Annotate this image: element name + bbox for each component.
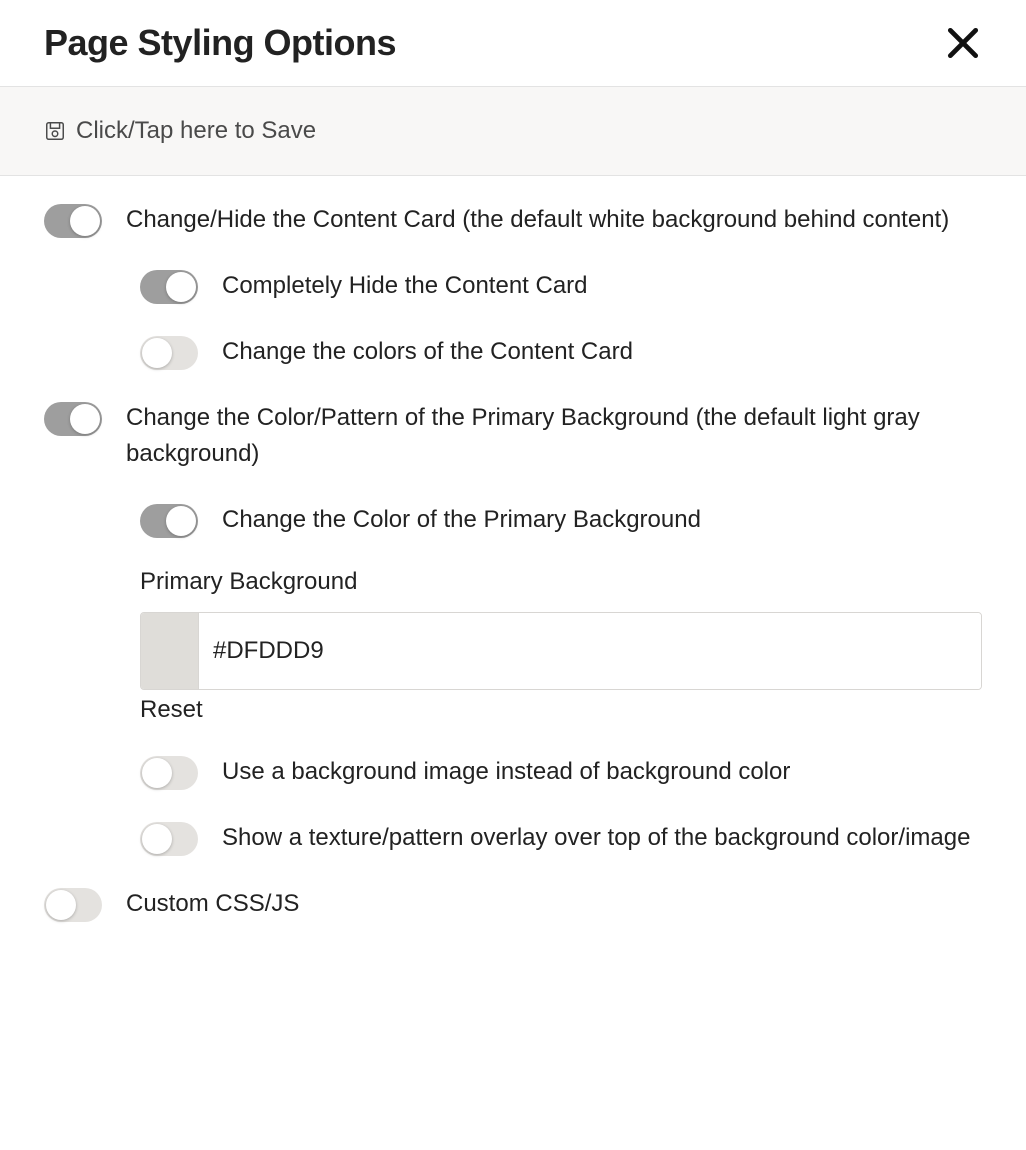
- option-bg-image-label: Use a background image instead of backgr…: [222, 754, 790, 790]
- toggle-bg-image[interactable]: [140, 756, 198, 790]
- toggle-knob: [70, 404, 100, 434]
- toggle-knob: [166, 272, 196, 302]
- option-primary-bg-label: Change the Color/Pattern of the Primary …: [126, 400, 982, 472]
- option-primary-bg: Change the Color/Pattern of the Primary …: [44, 400, 982, 472]
- toggle-change-bg-color[interactable]: [140, 504, 198, 538]
- toggle-knob: [142, 338, 172, 368]
- dialog-header: Page Styling Options: [0, 0, 1026, 86]
- toggle-knob: [142, 824, 172, 854]
- options-body: Change/Hide the Content Card (the defaul…: [0, 176, 1026, 992]
- close-button[interactable]: [942, 23, 982, 63]
- option-texture: Show a texture/pattern overlay over top …: [140, 820, 982, 856]
- reset-color-link[interactable]: Reset: [140, 696, 203, 724]
- option-custom-css-label: Custom CSS/JS: [126, 886, 299, 922]
- toggle-primary-bg[interactable]: [44, 402, 102, 436]
- save-bar[interactable]: Click/Tap here to Save: [0, 86, 1026, 176]
- toggle-texture[interactable]: [140, 822, 198, 856]
- option-change-bg-color-label: Change the Color of the Primary Backgrou…: [222, 502, 701, 538]
- save-icon: [44, 120, 66, 142]
- option-card-colors: Change the colors of the Content Card: [140, 334, 982, 370]
- option-hide-card-label: Completely Hide the Content Card: [222, 268, 588, 304]
- toggle-hide-card[interactable]: [140, 270, 198, 304]
- option-texture-label: Show a texture/pattern overlay over top …: [222, 820, 970, 856]
- toggle-knob: [142, 758, 172, 788]
- option-custom-css: Custom CSS/JS: [44, 886, 982, 922]
- primary-bg-color-field: Primary Background Reset: [140, 568, 982, 724]
- toggle-card-colors[interactable]: [140, 336, 198, 370]
- toggle-knob: [46, 890, 76, 920]
- option-bg-image: Use a background image instead of backgr…: [140, 754, 982, 790]
- color-swatch[interactable]: [141, 613, 199, 689]
- color-input[interactable]: [199, 613, 981, 689]
- save-bar-label: Click/Tap here to Save: [76, 117, 316, 145]
- option-content-card: Change/Hide the Content Card (the defaul…: [44, 202, 982, 238]
- toggle-content-card[interactable]: [44, 204, 102, 238]
- toggle-knob: [70, 206, 100, 236]
- option-change-bg-color: Change the Color of the Primary Backgrou…: [140, 502, 982, 538]
- toggle-custom-css[interactable]: [44, 888, 102, 922]
- option-content-card-label: Change/Hide the Content Card (the defaul…: [126, 202, 949, 238]
- dialog-title: Page Styling Options: [44, 22, 396, 64]
- close-icon: [944, 24, 982, 62]
- option-card-colors-label: Change the colors of the Content Card: [222, 334, 633, 370]
- primary-bg-color-label: Primary Background: [140, 568, 982, 596]
- toggle-knob: [166, 506, 196, 536]
- option-hide-card: Completely Hide the Content Card: [140, 268, 982, 304]
- color-input-wrap: [140, 612, 982, 690]
